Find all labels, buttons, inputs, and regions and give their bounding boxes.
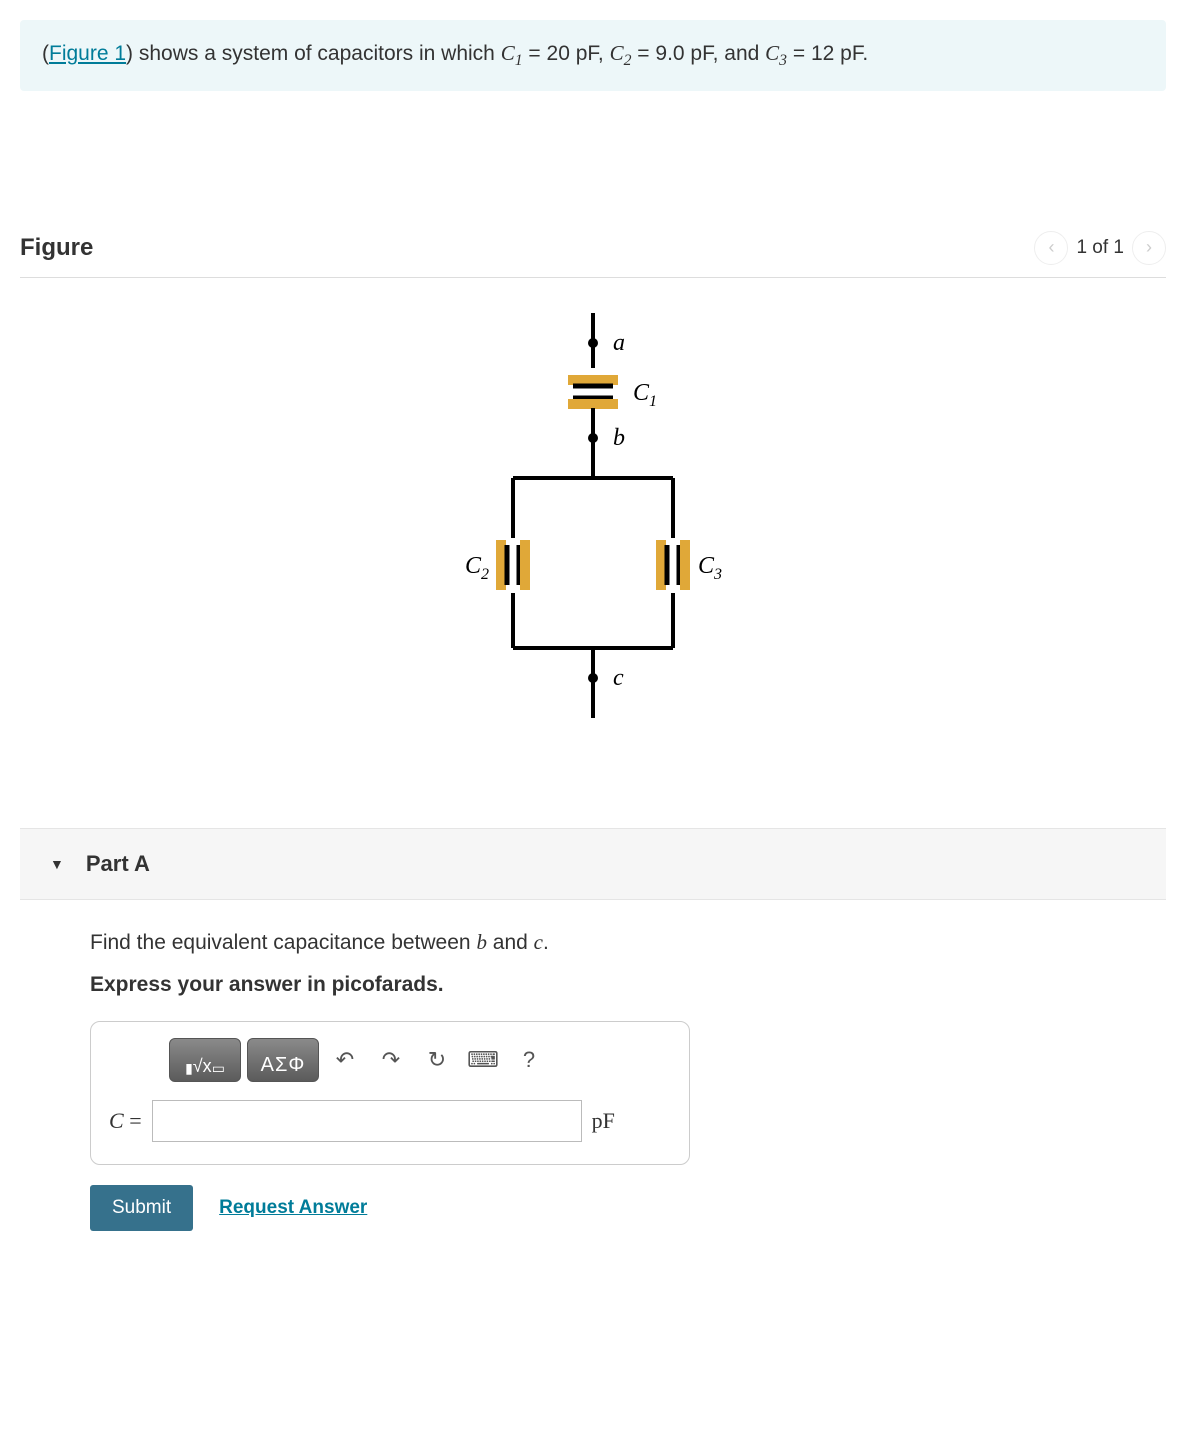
figure-body: a C1 b C2 xyxy=(20,278,1166,798)
c3-label: C3 xyxy=(698,553,722,583)
c1-val: = 20 pF, xyxy=(523,42,610,65)
question-prompt: Find the equivalent capacitance between … xyxy=(90,930,1096,955)
node-b-label: b xyxy=(613,425,625,451)
node-c-label: c xyxy=(613,665,624,691)
c1-sub: 1 xyxy=(515,52,523,69)
c3-symbol: C xyxy=(765,41,779,65)
action-row: Submit Request Answer xyxy=(90,1185,1096,1231)
figure-link[interactable]: Figure 1 xyxy=(49,42,126,65)
pager-text: 1 of 1 xyxy=(1076,237,1124,259)
c2-label: C2 xyxy=(465,553,489,583)
question-instruction: Express your answer in picofarads. xyxy=(90,973,1096,997)
greek-button[interactable]: ΑΣΦ xyxy=(247,1038,319,1082)
prompt-c: c xyxy=(534,930,543,954)
collapse-caret-icon: ▼ xyxy=(50,856,64,872)
part-a-header[interactable]: ▼ Part A xyxy=(20,828,1166,900)
figure-pager: ‹ 1 of 1 › xyxy=(1034,231,1166,265)
keyboard-icon[interactable]: ⌨ xyxy=(463,1040,503,1080)
node-a-label: a xyxy=(613,330,625,356)
reset-icon[interactable]: ↻ xyxy=(417,1040,457,1080)
part-a-title: Part A xyxy=(86,851,150,877)
request-answer-link[interactable]: Request Answer xyxy=(219,1197,367,1219)
c1-label: C1 xyxy=(633,380,657,410)
c3-val: = 12 pF. xyxy=(787,42,868,65)
answer-row: C = pF xyxy=(109,1100,671,1142)
c2-symbol: C xyxy=(610,41,624,65)
paren-open: ( xyxy=(42,42,49,65)
undo-icon[interactable]: ↶ xyxy=(325,1040,365,1080)
submit-button[interactable]: Submit xyxy=(90,1185,193,1231)
c2-val: = 9.0 pF, and xyxy=(631,42,765,65)
c3-sub: 3 xyxy=(779,52,787,69)
intro-mid: ) shows a system of capacitors in which xyxy=(126,42,501,65)
answer-variable: C = xyxy=(109,1108,142,1134)
question-body: Find the equivalent capacitance between … xyxy=(20,900,1166,1231)
templates-label: √x xyxy=(193,1056,212,1077)
figure-header: Figure ‹ 1 of 1 › xyxy=(20,231,1166,278)
redo-icon[interactable]: ↷ xyxy=(371,1040,411,1080)
answer-box: ▮√x▭ ΑΣΦ ↶ ↷ ↻ ⌨ ? C = pF xyxy=(90,1021,690,1165)
prompt-pre: Find the equivalent capacitance between xyxy=(90,931,476,954)
figure-title: Figure xyxy=(20,234,93,262)
equation-toolbar: ▮√x▭ ΑΣΦ ↶ ↷ ↻ ⌨ ? xyxy=(169,1038,671,1082)
prompt-b: b xyxy=(476,930,487,954)
circuit-diagram: a C1 b C2 xyxy=(423,308,763,738)
answer-eq: = xyxy=(124,1108,142,1133)
c1-symbol: C xyxy=(501,41,515,65)
help-icon[interactable]: ? xyxy=(509,1040,549,1080)
figure-section: Figure ‹ 1 of 1 › a C1 b xyxy=(20,231,1166,798)
problem-statement: (Figure 1) shows a system of capacitors … xyxy=(20,20,1166,91)
next-figure-button[interactable]: › xyxy=(1132,231,1166,265)
prev-figure-button[interactable]: ‹ xyxy=(1034,231,1068,265)
answer-unit: pF xyxy=(592,1108,615,1134)
answer-symbol: C xyxy=(109,1108,124,1133)
prompt-post: . xyxy=(543,931,549,954)
answer-input[interactable] xyxy=(152,1100,582,1142)
prompt-mid: and xyxy=(487,931,534,954)
templates-button[interactable]: ▮√x▭ xyxy=(169,1038,241,1082)
